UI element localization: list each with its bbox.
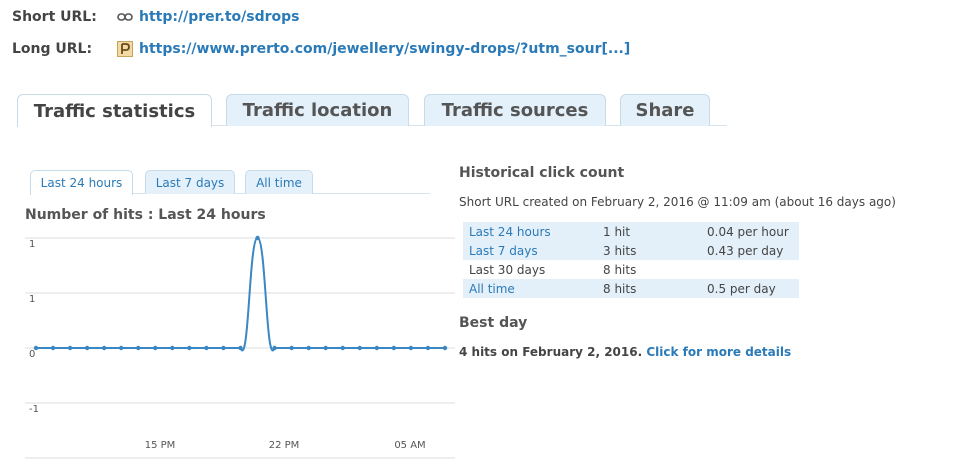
more-details-link[interactable]: Click for more details (646, 345, 791, 359)
short-url-row: Short URL: http://prer.to/sdrops (12, 9, 300, 25)
data-point (425, 345, 431, 351)
data-point (33, 345, 39, 351)
table-row: Last 30 days 8 hits (463, 260, 799, 279)
data-point (170, 345, 175, 351)
rate-cell: 0.04 per hour (701, 222, 799, 241)
series-line (36, 236, 445, 352)
data-point (289, 345, 294, 351)
created-text: Short URL created on February 2, 2016 @ … (459, 195, 896, 209)
hits-line-chart: 1 1 0 -1 15 PM 22 PM 05 AM (25, 235, 455, 459)
long-url-link[interactable]: https://www.prerto.com/jewellery/swingy-… (139, 41, 630, 57)
main-tabs: Traffic statistics Traffic location Traf… (17, 94, 727, 127)
data-point (101, 345, 107, 351)
x-tick-label: 22 PM (269, 440, 300, 451)
data-point (442, 345, 448, 351)
data-point (408, 345, 414, 351)
rate-cell: 0.5 per day (701, 279, 799, 298)
period-tabs: Last 24 hours Last 7 days All time (30, 170, 430, 195)
long-url-label: Long URL: (12, 41, 93, 57)
data-point (306, 345, 311, 351)
subtab-last-7-days[interactable]: Last 7 days (145, 170, 235, 194)
data-point (136, 345, 141, 351)
tab-traffic-statistics[interactable]: Traffic statistics (17, 94, 212, 127)
data-point (119, 345, 124, 351)
tab-traffic-location[interactable]: Traffic location (226, 94, 409, 126)
y-tick-label: -1 (29, 404, 39, 415)
table-row: Last 24 hours 1 hit 0.04 per hour (463, 222, 799, 241)
data-point (374, 345, 380, 351)
data-point (238, 345, 243, 351)
period-link[interactable]: Last 7 days (463, 241, 597, 260)
period-link[interactable]: All time (463, 279, 597, 298)
hits-cell: 8 hits (603, 262, 637, 277)
data-point (153, 345, 158, 351)
subtab-all-time[interactable]: All time (245, 170, 313, 194)
hits-cell: 8 hits (597, 279, 701, 298)
hits-cell: 1 hit (597, 222, 701, 241)
link-icon (117, 9, 133, 25)
period-label: Last 30 days (469, 262, 546, 277)
y-tick-label: 1 (29, 294, 35, 305)
historical-title: Historical click count (459, 165, 625, 181)
x-tick-label: 05 AM (394, 440, 425, 451)
y-tick-label: 1 (29, 239, 35, 250)
table-row: All time 8 hits 0.5 per day (463, 279, 799, 298)
data-point (391, 345, 397, 351)
best-day-title: Best day (459, 315, 528, 331)
short-url-link[interactable]: http://prer.to/sdrops (139, 9, 300, 25)
chart-title: Number of hits : Last 24 hours (25, 207, 266, 223)
best-day-text: 4 hits on February 2, 2016. Click for mo… (459, 345, 791, 359)
tab-share[interactable]: Share (620, 94, 710, 126)
data-point (323, 345, 328, 351)
data-point (272, 345, 277, 351)
data-point (50, 345, 56, 351)
period-link[interactable]: Last 24 hours (463, 222, 597, 241)
data-point (357, 345, 362, 351)
data-point (221, 345, 226, 351)
x-tick-label: 15 PM (145, 440, 176, 451)
rate-cell (701, 260, 799, 279)
data-point (187, 345, 192, 351)
data-point (255, 235, 260, 241)
hits-cell: 3 hits (597, 241, 701, 260)
long-url-row: Long URL: https://www.prerto.com/jewelle… (12, 41, 630, 57)
tab-traffic-sources[interactable]: Traffic sources (424, 94, 606, 126)
site-favicon-icon (117, 41, 133, 57)
y-tick-label: 0 (29, 349, 35, 360)
click-count-table: Last 24 hours 1 hit 0.04 per hour Last 7… (463, 222, 799, 298)
table-row: Last 7 days 3 hits 0.43 per day (463, 241, 799, 260)
subtab-last-24-hours[interactable]: Last 24 hours (30, 170, 133, 195)
data-point (84, 345, 90, 351)
data-point (340, 345, 345, 351)
short-url-label: Short URL: (12, 9, 97, 25)
data-point (204, 345, 209, 351)
rate-cell: 0.43 per day (701, 241, 799, 260)
data-point (67, 345, 73, 351)
best-day-summary: 4 hits on February 2, 2016. (459, 345, 643, 359)
